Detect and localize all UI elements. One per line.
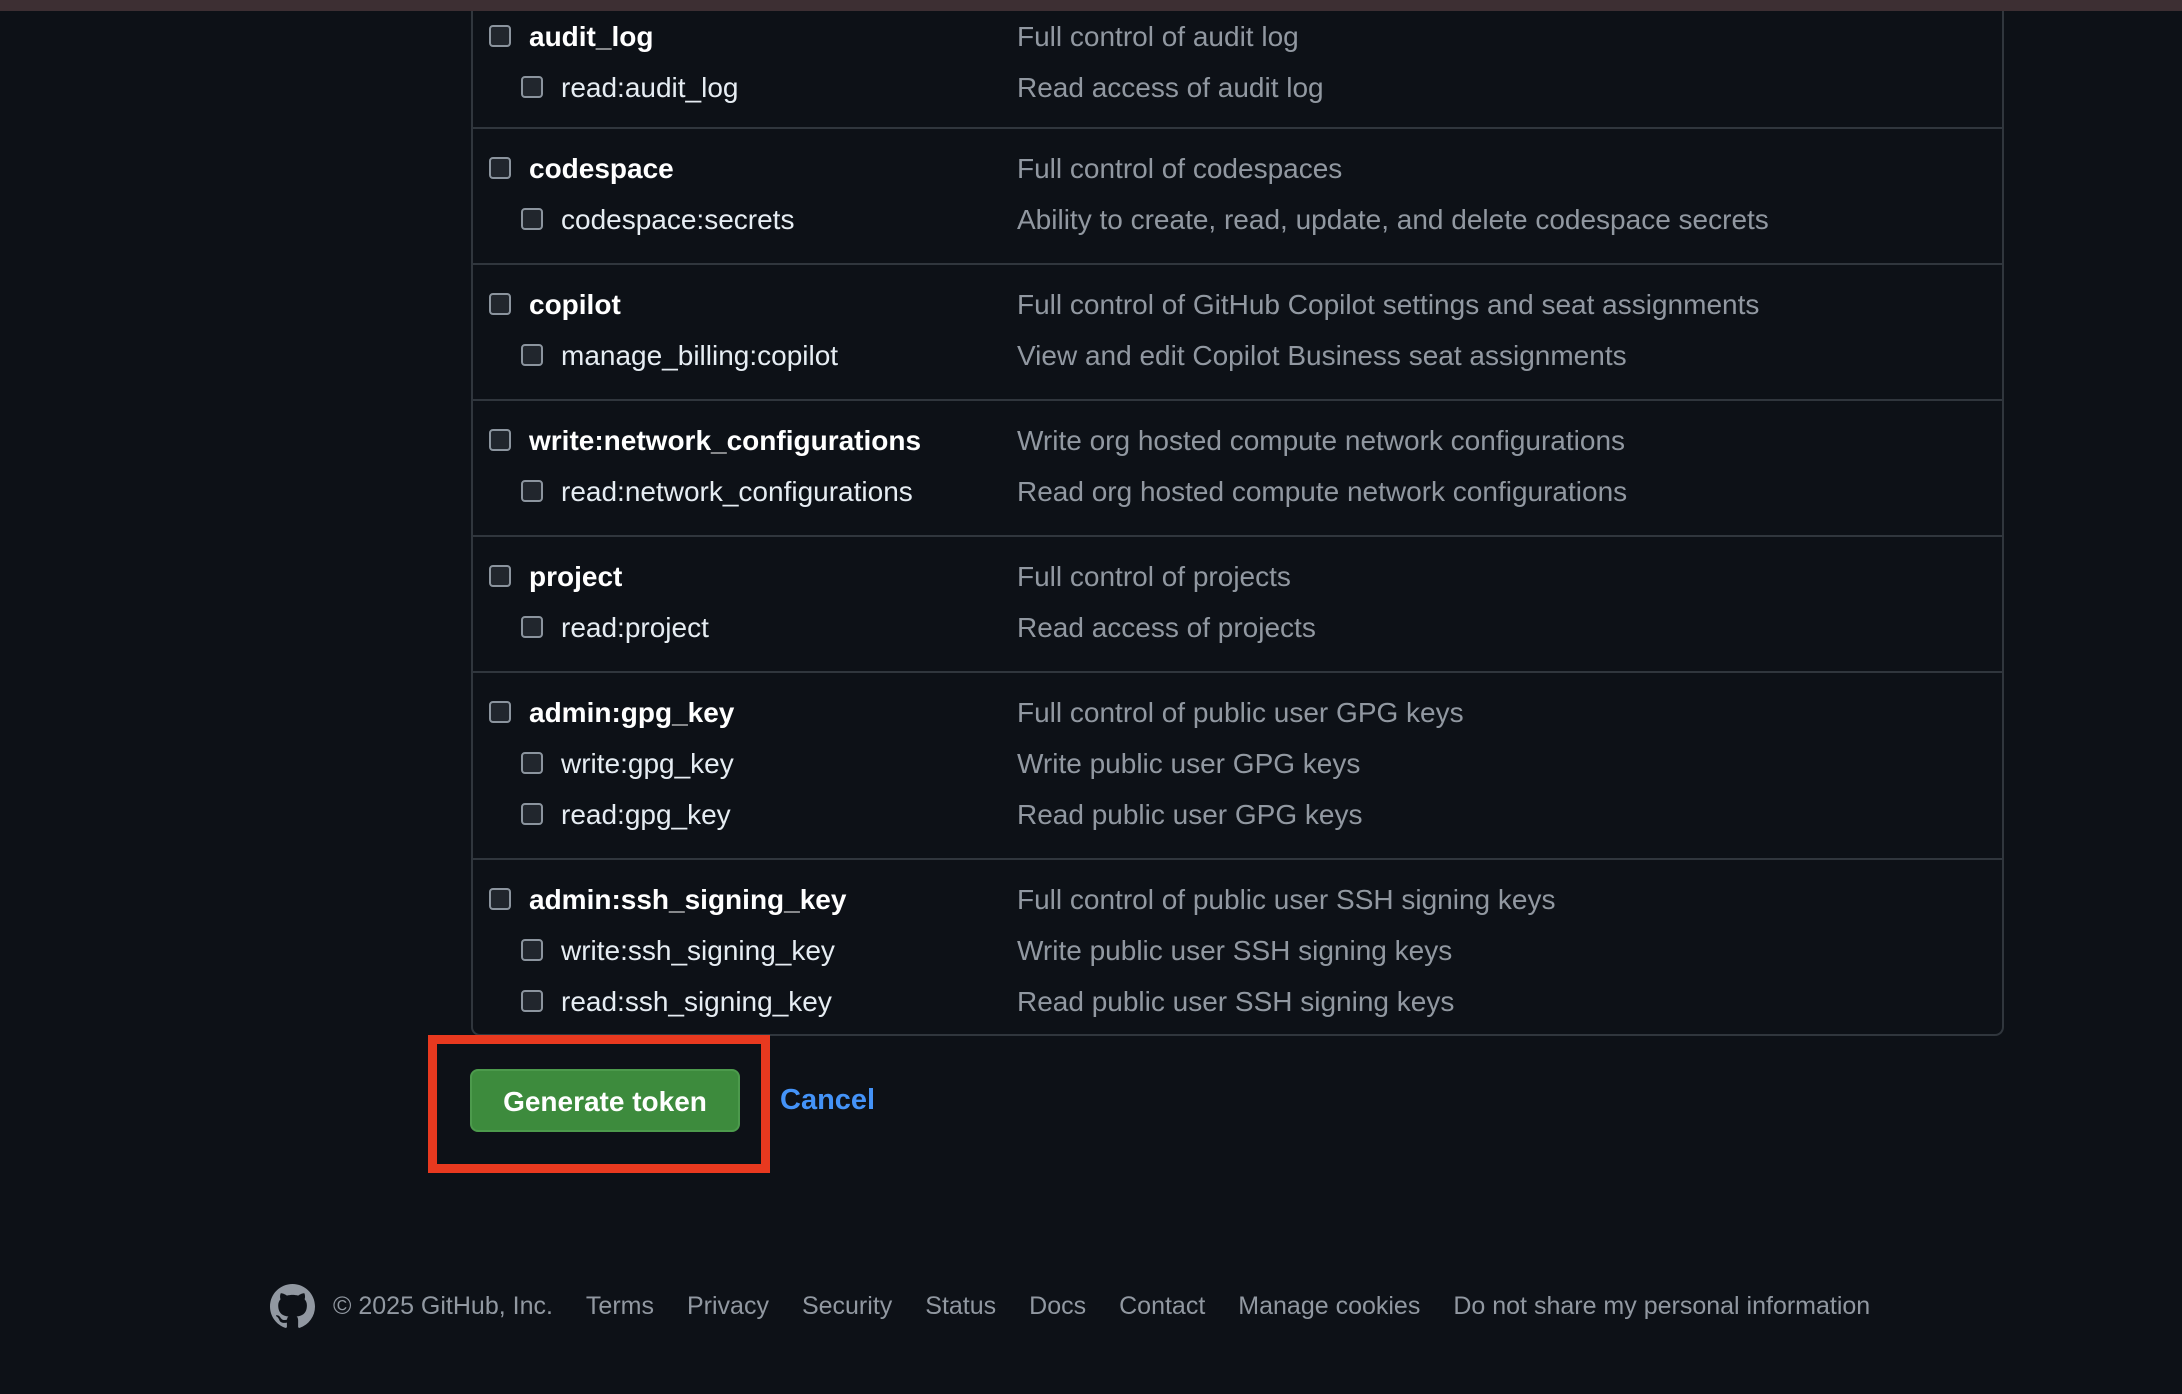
scope-name: codespace:secrets	[561, 204, 795, 235]
scope-checkbox[interactable]	[489, 25, 511, 47]
scope-row-parent: admin:gpg_key Full control of public user…	[473, 687, 2002, 738]
scope-description: Ability to create, read, update, and del…	[1017, 204, 1769, 235]
scope-description: Read access of projects	[1017, 612, 1316, 643]
footer-copyright: © 2025 GitHub, Inc.	[333, 1291, 553, 1320]
footer: © 2025 GitHub, Inc. Terms Privacy Securi…	[270, 1282, 1870, 1330]
scope-name: write:network_configurations	[529, 425, 922, 456]
scope-name: read:project	[561, 612, 709, 643]
scope-name: project	[529, 561, 623, 592]
scope-row-parent: write:network_configurations Write org ho…	[473, 415, 2002, 466]
scope-checkbox[interactable]	[521, 752, 543, 774]
footer-link-terms[interactable]: Terms	[586, 1292, 654, 1321]
footer-link-manage-cookies[interactable]: Manage cookies	[1238, 1292, 1420, 1321]
scope-name: admin:ssh_signing_key	[529, 884, 847, 915]
footer-link-status[interactable]: Status	[925, 1292, 996, 1321]
scope-description: Full control of projects	[1017, 561, 1291, 592]
scope-row-parent: audit_log Full control of audit log	[473, 11, 2002, 62]
scope-group: write:network_configurations Write org ho…	[473, 401, 2002, 537]
scope-name: codespace	[529, 153, 674, 184]
scope-checkbox[interactable]	[489, 429, 511, 451]
scope-name: manage_billing:copilot	[561, 340, 839, 371]
scope-checkbox[interactable]	[489, 888, 511, 910]
scope-checkbox[interactable]	[521, 344, 543, 366]
scope-name: audit_log	[529, 21, 654, 52]
footer-link-docs[interactable]: Docs	[1029, 1292, 1086, 1321]
scope-checkbox[interactable]	[521, 939, 543, 961]
scope-description: Full control of public user GPG keys	[1017, 697, 1464, 728]
scope-description: Read public user GPG keys	[1017, 799, 1363, 830]
scope-name: read:gpg_key	[561, 799, 731, 830]
scope-row-child: read:ssh_signing_key Read public user SSH…	[473, 976, 2002, 1027]
scope-description: Write org hosted compute network configu…	[1017, 425, 1626, 456]
scope-group: admin:gpg_key Full control of public user…	[473, 673, 2002, 860]
scope-checkbox[interactable]	[521, 990, 543, 1012]
scope-group: audit_log Full control of audit log read:a…	[473, 11, 2002, 129]
scopes-list: audit_log Full control of audit log read:a…	[471, 11, 2004, 1036]
scope-name: admin:gpg_key	[529, 697, 735, 728]
footer-link-do-not-share[interactable]: Do not share my personal information	[1453, 1292, 1870, 1321]
footer-link-contact[interactable]: Contact	[1119, 1292, 1205, 1321]
top-bar	[0, 0, 2182, 11]
scope-description: Read org hosted compute network configur…	[1017, 476, 1628, 507]
scope-name: write:gpg_key	[561, 748, 734, 779]
scope-name: read:network_configurations	[561, 476, 913, 507]
scope-row-child: manage_billing:copilot View and edit Copi…	[473, 330, 2002, 381]
cancel-link[interactable]: Cancel	[780, 1080, 875, 1120]
scope-description: Write public user SSH signing keys	[1017, 935, 1453, 966]
scope-group: project Full control of projects read:proj…	[473, 537, 2002, 673]
scope-checkbox[interactable]	[489, 157, 511, 179]
scope-description: Read access of audit log	[1017, 72, 1324, 103]
scope-name: copilot	[529, 289, 621, 320]
scope-description: Read public user SSH signing keys	[1017, 986, 1455, 1017]
scope-name: read:ssh_signing_key	[561, 986, 832, 1017]
scope-row-parent: project Full control of projects	[473, 551, 2002, 602]
scope-checkbox[interactable]	[489, 565, 511, 587]
scope-row-parent: codespace Full control of codespaces	[473, 143, 2002, 194]
scope-row-child: read:network_configurations Read org host…	[473, 466, 2002, 517]
github-logo-icon[interactable]	[270, 1283, 315, 1329]
scope-description: Full control of codespaces	[1017, 153, 1343, 184]
scope-checkbox[interactable]	[489, 701, 511, 723]
scope-row-child: write:gpg_key Write public user GPG keys	[473, 738, 2002, 789]
footer-link-privacy[interactable]: Privacy	[687, 1292, 769, 1321]
scope-checkbox[interactable]	[521, 76, 543, 98]
scope-name: write:ssh_signing_key	[561, 935, 835, 966]
scope-checkbox[interactable]	[489, 293, 511, 315]
scope-checkbox[interactable]	[521, 616, 543, 638]
generate-token-button[interactable]: Generate token	[470, 1069, 740, 1132]
scope-checkbox[interactable]	[521, 803, 543, 825]
scope-group: codespace Full control of codespaces codes…	[473, 129, 2002, 265]
scope-description: Write public user GPG keys	[1017, 748, 1361, 779]
scope-group: admin:ssh_signing_key Full control of pub…	[473, 860, 2002, 1045]
scope-checkbox[interactable]	[521, 480, 543, 502]
scope-row-parent: copilot Full control of GitHub Copilot se…	[473, 279, 2002, 330]
scope-row-child: read:audit_log Read access of audit log	[473, 62, 2002, 113]
scope-row-parent: admin:ssh_signing_key Full control of pub…	[473, 874, 2002, 925]
scope-group: copilot Full control of GitHub Copilot se…	[473, 265, 2002, 401]
scope-description: Full control of GitHub Copilot settings …	[1017, 289, 1760, 320]
scope-row-child: read:gpg_key Read public user GPG keys	[473, 789, 2002, 840]
footer-link-security[interactable]: Security	[802, 1292, 892, 1321]
scope-row-child: read:project Read access of projects	[473, 602, 2002, 653]
scope-description: Full control of audit log	[1017, 21, 1299, 52]
scope-row-child: codespace:secrets Ability to create, read…	[473, 194, 2002, 245]
scope-description: Full control of public user SSH signing …	[1017, 884, 1556, 915]
scope-name: read:audit_log	[561, 72, 739, 103]
scope-row-child: write:ssh_signing_key Write public user S…	[473, 925, 2002, 976]
scope-description: View and edit Copilot Business seat assi…	[1017, 340, 1627, 371]
scope-checkbox[interactable]	[521, 208, 543, 230]
